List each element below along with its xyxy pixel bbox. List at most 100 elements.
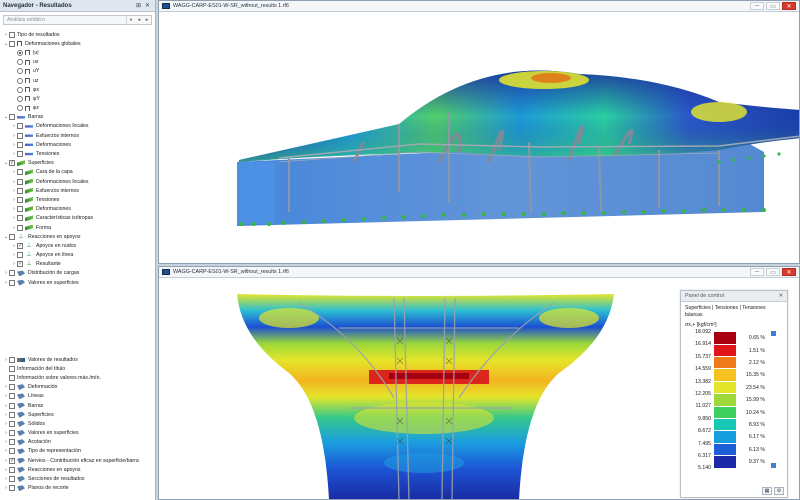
tree-item[interactable]: › Características isótropas — [0, 214, 155, 223]
close-icon[interactable]: ✕ — [778, 293, 783, 299]
legend-settings-icon[interactable]: ⚙ — [774, 487, 784, 495]
tree-item[interactable]: › Valores en superficies — [0, 429, 155, 438]
checkbox[interactable] — [9, 114, 15, 121]
legend-swatch[interactable] — [714, 394, 736, 406]
checkbox[interactable] — [9, 31, 15, 38]
tree-item[interactable]: › Tensiones — [0, 195, 155, 204]
checkbox[interactable] — [17, 178, 23, 185]
radio-button[interactable] — [17, 95, 23, 102]
checkbox[interactable] — [9, 402, 15, 409]
legend-swatch[interactable] — [714, 443, 736, 456]
tree-item[interactable]: φz — [0, 104, 155, 113]
checkbox[interactable] — [17, 151, 23, 158]
checkbox[interactable] — [9, 448, 15, 455]
tree-item[interactable]: φx — [0, 85, 155, 94]
minimize-button[interactable]: ─ — [750, 2, 764, 10]
checkbox[interactable] — [9, 457, 15, 464]
tree-item[interactable]: ⌄ Deformaciones globales — [0, 39, 155, 48]
checkbox[interactable] — [9, 365, 15, 372]
chevron-down-icon[interactable]: ▾ — [126, 16, 135, 24]
color-legend[interactable]: 18.092 16.914 15.737 14.559 13.382 12.205 11.0… — [685, 329, 785, 477]
tree-item[interactable]: › Reacciones en apoyos — [0, 465, 155, 474]
radio-button[interactable] — [17, 59, 23, 66]
pin-icon[interactable]: ⊞ — [134, 1, 143, 10]
legend-swatch[interactable] — [714, 369, 736, 381]
tree-item[interactable]: › Acotación — [0, 438, 155, 447]
checkbox[interactable] — [17, 123, 23, 130]
tree-item[interactable]: › Deformación — [0, 383, 155, 392]
radio-button[interactable] — [17, 49, 23, 56]
tree-item[interactable]: ⌄ ⊥ Reacciones en apoyos — [0, 232, 155, 241]
result-case-combo[interactable]: Análisis estático ▾ ◂ ▸ — [3, 15, 152, 25]
viewport-3d-top[interactable]: WAGG-CARP-ES01-W-SR_without_results 1.rf… — [158, 0, 800, 264]
tree-item[interactable]: uY — [0, 67, 155, 76]
tree-item[interactable]: › Esfuerzos internos — [0, 131, 155, 140]
close-button[interactable]: ✕ — [782, 2, 796, 10]
tree-item[interactable]: › Tensiones — [0, 149, 155, 158]
prev-case-icon[interactable]: ◂ — [135, 16, 143, 24]
tree-item[interactable]: φY — [0, 94, 155, 103]
tree-item[interactable]: ›⊥Apoyos en nudos — [0, 241, 155, 250]
checkbox[interactable] — [9, 430, 15, 437]
minimize-button[interactable]: ─ — [750, 268, 764, 276]
tree-item[interactable]: ux — [0, 58, 155, 67]
tree-item[interactable]: › Deformaciones — [0, 140, 155, 149]
tree-item[interactable]: › Cara de la capa — [0, 168, 155, 177]
checkbox[interactable] — [17, 242, 23, 249]
tree-item[interactable]: › Sólidos — [0, 419, 155, 428]
checkbox[interactable] — [9, 476, 15, 483]
legend-range-handle[interactable] — [771, 463, 776, 469]
control-panel[interactable]: Panel de control ✕ Superficies | Tension… — [680, 290, 788, 498]
checkbox[interactable] — [17, 215, 23, 222]
close-icon[interactable]: ✕ — [143, 1, 152, 10]
checkbox[interactable] — [9, 374, 15, 381]
tree-item[interactable]: › Forma — [0, 223, 155, 232]
checkbox[interactable] — [9, 40, 15, 47]
checkbox[interactable] — [17, 132, 23, 139]
checkbox[interactable] — [9, 270, 15, 277]
tree-item[interactable]: › Esfuerzos internos — [0, 186, 155, 195]
tree-item[interactable]: › Tipo de resultados — [0, 30, 155, 39]
checkbox[interactable] — [9, 233, 15, 240]
checkbox[interactable] — [17, 187, 23, 194]
legend-swatch[interactable] — [714, 357, 736, 369]
tree-item[interactable]: › Barras — [0, 401, 155, 410]
tree-item[interactable]: › Distribución de cargas — [0, 269, 155, 278]
checkbox[interactable] — [17, 206, 23, 213]
checkbox[interactable] — [9, 439, 15, 446]
restore-button[interactable]: ▭ — [766, 2, 780, 10]
checkbox[interactable] — [17, 252, 23, 259]
tree-item[interactable]: › Deformaciones locales — [0, 122, 155, 131]
checkbox[interactable] — [17, 141, 23, 148]
checkbox[interactable] — [17, 169, 23, 176]
tree-item[interactable]: › Secciones de resultados — [0, 474, 155, 483]
legend-swatch[interactable] — [714, 332, 736, 344]
checkbox[interactable] — [9, 279, 15, 286]
tree-item[interactable]: › Deformaciones — [0, 205, 155, 214]
legend-table-icon[interactable]: ▦ — [762, 487, 772, 495]
tree-item[interactable]: ›⊥Resultante — [0, 260, 155, 269]
checkbox[interactable] — [9, 384, 15, 391]
tree-item[interactable]: › Tipo de representación — [0, 447, 155, 456]
radio-button[interactable] — [17, 105, 23, 112]
tree-item[interactable]: ⌄ Barras — [0, 113, 155, 122]
legend-swatch[interactable] — [714, 419, 736, 431]
checkbox[interactable] — [9, 393, 15, 400]
tree-item[interactable]: › Deformaciones locales — [0, 177, 155, 186]
checkbox[interactable] — [9, 485, 15, 492]
checkbox[interactable] — [9, 356, 15, 363]
legend-swatch[interactable] — [714, 456, 736, 468]
tree-item[interactable]: |u| — [0, 48, 155, 57]
tree-item[interactable]: › Líneas — [0, 392, 155, 401]
legend-swatch[interactable] — [714, 381, 736, 394]
checkbox[interactable] — [9, 411, 15, 418]
tree-item[interactable]: Información del título — [0, 364, 155, 373]
tree-item[interactable]: Información sobre valores máx./mín. — [0, 373, 155, 382]
checkbox[interactable] — [17, 196, 23, 203]
legend-range-handle[interactable] — [771, 331, 776, 336]
radio-button[interactable] — [17, 77, 23, 84]
tree-item[interactable]: › ⊥ Apoyos en línea — [0, 251, 155, 260]
checkbox[interactable] — [9, 466, 15, 473]
tree-item[interactable]: › Superficies — [0, 410, 155, 419]
tree-item[interactable]: › Planos de recorte — [0, 484, 155, 493]
